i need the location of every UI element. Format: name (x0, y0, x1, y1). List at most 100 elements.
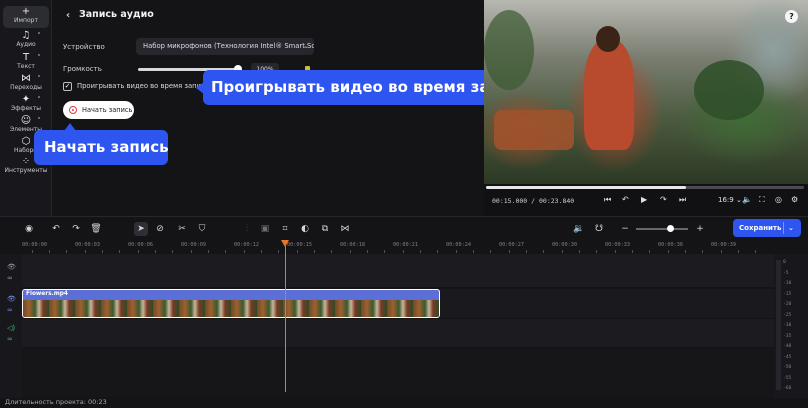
nav-label-audio: Аудио (16, 41, 36, 48)
start-record-button[interactable]: Начать запись (63, 101, 134, 119)
audio-wave-icon[interactable]: ⫶ (240, 222, 254, 236)
play-video-checkbox-label[interactable]: Проигрывать видео во время записи (77, 82, 209, 90)
back-chevron-icon[interactable]: ‹ (66, 10, 70, 21)
clip-name: Flowers.mp4 (26, 291, 68, 297)
play-icon[interactable]: ▶ (641, 195, 647, 204)
nav-item-import[interactable]: + Импорт (3, 6, 49, 28)
ruler-tick (755, 250, 756, 253)
record-icon (69, 106, 77, 114)
nav-item-audio[interactable]: ♫ Аудио (3, 30, 49, 50)
chevron-down-icon: ⌄ (735, 196, 742, 204)
status-bar: Длительность проекта: 00:23 (0, 398, 808, 408)
ripple-tool-icon[interactable]: ⊘ (153, 222, 167, 236)
ruler-tick-label: 00:00:27 (499, 242, 524, 248)
meter-scale-label: -20 (783, 302, 792, 307)
start-record-label: Начать запись (82, 106, 133, 114)
tooltip-start-record: Начать запись (34, 130, 169, 165)
skip-start-icon[interactable]: ⏮ (604, 195, 611, 205)
ruler-tick-label: 00:00:30 (552, 242, 577, 248)
effects-link-icon[interactable]: ⋈ (338, 222, 352, 236)
fullscreen-icon[interactable]: ⛶ (759, 195, 765, 205)
nav-item-text[interactable]: T Текст (3, 52, 49, 72)
ruler-tick-label: 00:00:06 (128, 242, 153, 248)
shield-icon[interactable]: ⛉ (195, 222, 209, 236)
meter-scale-label: -60 (783, 386, 792, 391)
speaker-icon[interactable]: 🔉 (572, 222, 586, 236)
ruler-tick (172, 250, 173, 253)
meter-scale-label: -45 (783, 354, 792, 360)
track-empty[interactable] (22, 348, 774, 398)
nav-item-transitions[interactable]: ⋈ Переходы (3, 73, 49, 93)
ruler-tick (225, 250, 226, 253)
zoom-slider-track[interactable] (636, 228, 688, 230)
transform-icon[interactable]: ⧉ (318, 222, 332, 236)
help-icon[interactable]: ? (785, 10, 798, 23)
device-select-value: Набор микрофонов (Технология Intel® Smar… (143, 42, 314, 50)
playhead-line (285, 246, 286, 392)
step-back-icon[interactable]: ↶ (622, 195, 629, 204)
color-icon[interactable]: ◐ (298, 222, 312, 236)
redo-icon[interactable]: ↷ (69, 222, 83, 236)
subtitle-icon[interactable]: ▣ (258, 222, 272, 236)
trash-icon[interactable]: 🗑 (89, 222, 103, 236)
text-icon: T (22, 52, 30, 63)
nav-dot (38, 32, 40, 34)
nav-label-effects: Эффекты (11, 105, 41, 112)
ruler-tick (85, 250, 86, 253)
volume-icon[interactable]: 🔈 (742, 195, 752, 204)
link-icon[interactable]: ∞ (7, 335, 13, 343)
timeline-ruler[interactable]: 00:00:00 00:00:03 00:00:06 00:00:09 00:00:12… (22, 240, 774, 254)
snapshot-icon[interactable]: ◎ (775, 195, 782, 204)
video-scrub-bar[interactable] (486, 186, 804, 189)
save-button[interactable]: Сохранить ⌄ (733, 219, 801, 237)
video-frame[interactable] (484, 0, 808, 184)
link-icon[interactable]: ∞ (7, 306, 13, 314)
track-overlay[interactable] (22, 254, 774, 288)
ruler-tick (261, 250, 262, 253)
pointer-tool-icon[interactable]: ➤ (134, 222, 148, 236)
audio-mute-icon[interactable]: ◁) (7, 324, 15, 332)
nav-item-effects[interactable]: ✦ Эффекты (3, 94, 49, 114)
ruler-tick (191, 250, 192, 253)
ruler-tick (456, 250, 457, 253)
device-select[interactable]: Набор микрофонов (Технология Intel® Smar… (136, 38, 314, 55)
music-note-icon: ♫ (21, 30, 31, 41)
nav-dot (38, 96, 40, 98)
project-duration: Длительность проекта: 00:23 (5, 398, 107, 406)
settings-gear-icon[interactable]: ⚙ (791, 195, 798, 204)
undo-icon[interactable]: ↶ (49, 222, 63, 236)
zoom-slider-handle[interactable] (666, 225, 674, 232)
eye-icon[interactable]: 👁 (7, 263, 16, 271)
meter-scale-label: -5 (783, 270, 789, 276)
play-video-checkbox[interactable]: ✓ (63, 82, 72, 91)
person-head-shape (596, 26, 620, 52)
track-audio[interactable] (22, 319, 774, 348)
zoom-out-icon[interactable]: − (618, 222, 632, 236)
record-voice-icon[interactable]: ◉ (22, 222, 36, 236)
transitions-icon: ⋈ (21, 73, 31, 84)
zoom-in-icon[interactable]: + (693, 222, 707, 236)
step-forward-icon[interactable]: ↷ (660, 195, 667, 204)
cut-icon[interactable]: ✂ (175, 222, 189, 236)
meter-scale-label: -55 (783, 375, 792, 381)
time-readout: 00:15.000 / 00:23.840 (492, 197, 574, 205)
ruler-tick (702, 250, 703, 253)
playhead-handle[interactable] (281, 240, 289, 247)
ruler-tick (615, 250, 616, 253)
link-icon[interactable]: ∞ (7, 274, 13, 282)
left-nav: + Импорт ♫ Аудио T Текст ⋈ Переходы ✦ Эф… (0, 0, 52, 216)
video-clip[interactable]: Flowers.mp4 (22, 289, 440, 318)
crop-icon[interactable]: ⌗ (278, 222, 292, 236)
total-time: 00:23.840 (539, 197, 575, 205)
nav-dot (38, 54, 40, 56)
skip-end-icon[interactable]: ⏭ (679, 195, 686, 205)
eye-icon[interactable]: 👁 (7, 295, 16, 303)
chevron-down-icon[interactable]: ⌄ (788, 219, 794, 237)
ruler-tick (721, 250, 722, 253)
magnet-icon[interactable]: ☋ (592, 222, 606, 236)
effects-icon: ✦ (21, 94, 31, 105)
ruler-tick (278, 250, 279, 253)
person-shape (584, 40, 634, 150)
ruler-tick (509, 250, 510, 253)
aspect-ratio-select[interactable]: 16:9 ⌄ (718, 196, 742, 204)
